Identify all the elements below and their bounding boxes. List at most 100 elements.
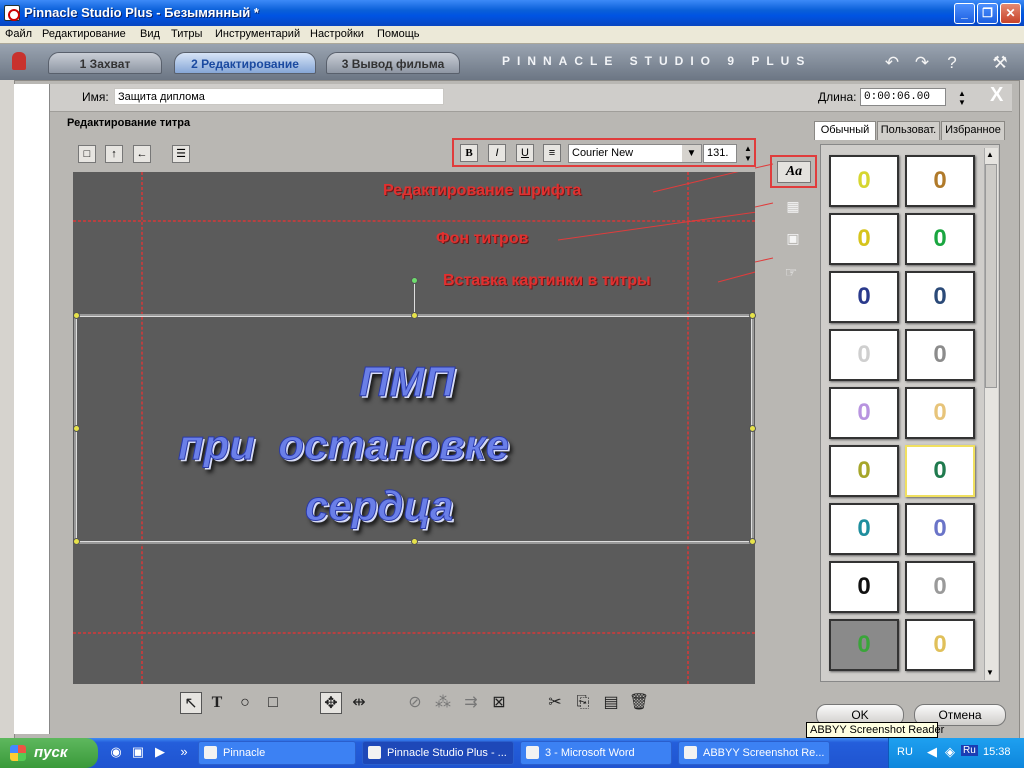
redo-icon[interactable]: ↷ — [912, 53, 932, 73]
task-pinnacle-studio[interactable]: Pinnacle Studio Plus - ... — [362, 741, 514, 765]
send-backward-icon[interactable]: ← — [133, 145, 151, 163]
system-tray: RU ◀ ◈ Ru 15:38 — [888, 738, 1024, 768]
tab-custom[interactable]: Пользоват. — [877, 121, 940, 140]
bold-button[interactable]: B — [460, 144, 478, 162]
bring-forward-icon[interactable]: ↑ — [105, 145, 123, 163]
restore-button[interactable]: ❐ — [977, 3, 998, 24]
title-canvas[interactable]: ПМП при остановке сердца Редактирование … — [73, 172, 756, 684]
style-thumbnail[interactable]: 0 — [829, 503, 899, 555]
help-icon[interactable]: ? — [942, 53, 962, 73]
italic-button[interactable]: I — [488, 144, 506, 162]
close-window-button[interactable]: ✕ — [1000, 3, 1021, 24]
style-thumbnail[interactable]: 0 — [905, 503, 975, 555]
style-thumbnail[interactable]: 0 — [905, 329, 975, 381]
move-icon[interactable]: ✥ — [320, 692, 342, 714]
menu-tools[interactable]: Инструментарий — [215, 28, 300, 40]
paste-icon[interactable]: ▤ — [600, 692, 622, 714]
text-tool-icon[interactable]: T — [206, 692, 228, 714]
tab-make-movie[interactable]: 3 Вывод фильма — [326, 52, 460, 74]
style-thumbnail[interactable]: 0 — [829, 213, 899, 265]
name-label: Имя: — [82, 90, 109, 104]
kerning-icon[interactable]: ⇹ — [348, 692, 370, 714]
size-up-icon[interactable]: ▲ — [740, 144, 756, 153]
center-icon[interactable]: ⊠ — [488, 692, 510, 714]
task-abbyy[interactable]: ABBYY Screenshot Re... — [678, 741, 830, 765]
annotation-arrows — [557, 172, 755, 283]
delete-icon[interactable]: 🗑 — [628, 692, 650, 714]
align-objects-icon[interactable]: ⇉ — [460, 692, 482, 714]
style-thumbnail[interactable]: 0 — [905, 213, 975, 265]
tab-favorites[interactable]: Избранное — [941, 121, 1005, 140]
show-more-icon[interactable]: » — [176, 744, 192, 760]
network-icon[interactable]: ◈ — [945, 744, 955, 760]
tab-standard[interactable]: Обычный — [814, 121, 876, 140]
style-thumbnail[interactable]: 0 — [829, 619, 899, 671]
scrollbar-thumb[interactable] — [985, 164, 997, 388]
menu-edit[interactable]: Редактирование — [42, 28, 126, 40]
left-strip — [14, 84, 50, 734]
rotate-icon[interactable]: ⊘ — [404, 692, 426, 714]
undo-icon[interactable]: ↶ — [882, 53, 902, 73]
skew-icon[interactable]: ⁂ — [432, 692, 454, 714]
title-name-field[interactable]: Защита диплома — [114, 88, 444, 105]
menu-file[interactable]: Файл — [5, 28, 32, 40]
button-icon[interactable]: ☞ — [780, 262, 802, 282]
style-thumbnail[interactable]: 0 — [905, 155, 975, 207]
media-icon[interactable]: ▶ — [152, 744, 168, 760]
language-indicator[interactable]: RU — [897, 746, 913, 758]
toolbox-icon[interactable]: ⚒ — [990, 53, 1010, 73]
pin-logo-icon — [12, 52, 26, 70]
app-icon[interactable] — [4, 5, 20, 21]
firefox-icon[interactable]: ◉ — [108, 744, 124, 760]
background-icon[interactable]: ▦ — [782, 196, 804, 216]
align-icon[interactable]: ≡ — [543, 144, 561, 162]
menu-titles[interactable]: Титры — [171, 28, 202, 40]
scroll-down-icon[interactable]: ▼ — [986, 668, 994, 677]
duration-field[interactable]: 0:00:06.00 — [860, 88, 946, 106]
style-thumbnail[interactable]: 0 — [905, 271, 975, 323]
task-pinnacle-folder[interactable]: Pinnacle — [198, 741, 356, 765]
tab-capture[interactable]: 1 Захват — [48, 52, 162, 74]
back-icon[interactable]: ◀ — [927, 744, 937, 760]
style-thumbnail[interactable]: 0 — [905, 387, 975, 439]
underline-button[interactable]: U — [516, 144, 534, 162]
style-thumbnail[interactable]: 0 — [829, 271, 899, 323]
style-thumbnail[interactable]: 0 — [829, 387, 899, 439]
section-title: Редактирование титра — [67, 117, 191, 129]
duration-down-icon[interactable]: ▼ — [954, 98, 970, 107]
ellipse-tool-icon[interactable]: ○ — [234, 692, 256, 714]
task-word[interactable]: 3 - Microsoft Word — [520, 741, 672, 765]
scroll-up-icon[interactable]: ▲ — [986, 150, 994, 159]
style-thumbnail[interactable]: 0 — [829, 445, 899, 497]
style-thumbnail[interactable]: 0 — [905, 619, 975, 671]
title-bar: Pinnacle Studio Plus - Безымянный * _ ❐ … — [0, 0, 1024, 26]
chevron-down-icon[interactable]: ▼ — [682, 145, 701, 162]
close-editor-button[interactable]: X — [990, 84, 1003, 107]
start-button[interactable]: пуск — [0, 738, 98, 768]
justify-icon[interactable]: ☰ — [172, 145, 190, 163]
size-down-icon[interactable]: ▼ — [740, 154, 756, 163]
font-style-button[interactable]: Aa — [777, 161, 811, 183]
style-thumbnail[interactable]: 0 — [905, 561, 975, 613]
keyboard-layout[interactable]: Ru — [961, 745, 978, 756]
style-thumbnail[interactable]: 0 — [829, 561, 899, 613]
text-box-icon[interactable]: □ — [78, 145, 96, 163]
copy-icon[interactable]: ⎘ — [572, 692, 594, 714]
menu-view[interactable]: Вид — [140, 28, 160, 40]
tab-edit[interactable]: 2 Редактирование — [174, 52, 316, 74]
rectangle-tool-icon[interactable]: □ — [262, 692, 284, 714]
picture-icon[interactable]: ▣ — [782, 228, 804, 248]
minimize-button[interactable]: _ — [954, 3, 975, 24]
style-thumbnail[interactable]: 0 — [829, 329, 899, 381]
pinnacle-quick-icon[interactable]: ▣ — [130, 744, 146, 760]
duration-up-icon[interactable]: ▲ — [954, 89, 970, 98]
clock: 15:38 — [983, 746, 1011, 758]
menu-settings[interactable]: Настройки — [310, 28, 364, 40]
mode-header: 1 Захват 2 Редактирование 3 Вывод фильма… — [0, 44, 1024, 80]
font-size-field[interactable]: 131. — [703, 144, 737, 163]
select-arrow-icon[interactable]: ↖ — [180, 692, 202, 714]
style-thumbnail[interactable]: 0 — [905, 445, 975, 497]
menu-help[interactable]: Помощь — [377, 28, 420, 40]
cut-icon[interactable]: ✂ — [544, 692, 566, 714]
style-thumbnail[interactable]: 0 — [829, 155, 899, 207]
